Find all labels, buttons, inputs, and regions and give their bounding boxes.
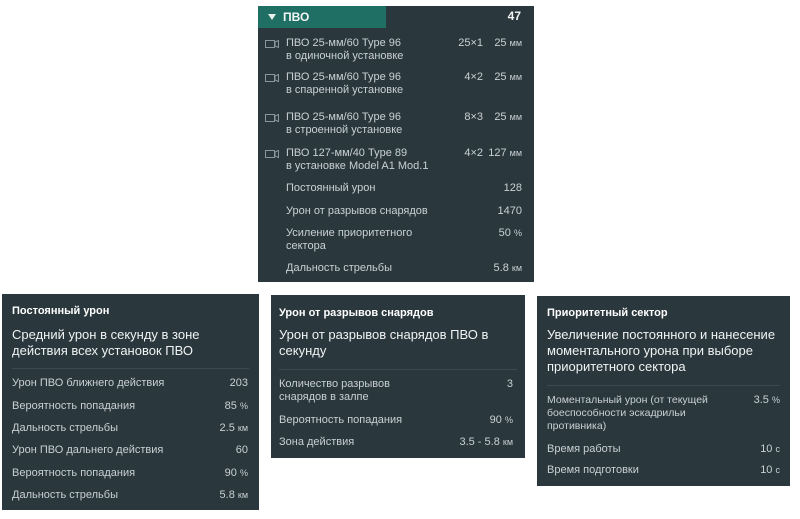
divider	[279, 369, 517, 370]
tooltip-priority-sector: Приоритетный сектор Увеличение постоянно…	[537, 296, 790, 486]
aa-panel: ПВО 47 ПВО 25-мм/60 Type 96 в одиночной у…	[258, 6, 534, 282]
camera-icon	[265, 150, 279, 159]
mount-name: ПВО 25-мм/60 Type 96 в строенной установк…	[286, 111, 403, 136]
aa-mount-row[interactable]: ПВО 25-мм/60 Type 96 в одиночной установк…	[258, 36, 534, 70]
mount-caliber: 127 мм	[488, 147, 522, 159]
mount-name: ПВО 25-мм/60 Type 96 в спаренной установк…	[286, 71, 404, 96]
aa-panel-header[interactable]: ПВО 47	[258, 6, 534, 28]
mount-name: ПВО 127-мм/40 Type 89 в установке Model A…	[286, 147, 429, 172]
camera-icon	[265, 114, 279, 123]
mount-config: 25×1	[458, 37, 483, 49]
mount-config: 8×3	[464, 111, 483, 123]
camera-icon	[265, 74, 279, 83]
mount-caliber: 25 мм	[494, 37, 522, 49]
mount-name: ПВО 25-мм/60 Type 96 в одиночной установк…	[286, 37, 404, 62]
tooltip-title: Приоритетный сектор	[547, 307, 668, 319]
aa-section-title: ПВО	[283, 10, 310, 24]
divider	[547, 385, 780, 386]
mount-config: 4×2	[464, 147, 483, 159]
tooltip-continuous-damage: Постоянный урон Средний урон в секунду в…	[2, 294, 259, 510]
tooltip-title: Урон от разрывов снарядов	[279, 307, 434, 319]
mount-config: 4×2	[464, 71, 483, 83]
tooltip-description: Средний урон в секунду в зоне действия в…	[12, 327, 200, 358]
collapse-triangle-icon[interactable]	[268, 14, 276, 20]
tooltip-title: Постоянный урон	[12, 305, 110, 317]
mount-caliber: 25 мм	[494, 111, 522, 123]
camera-icon	[265, 40, 279, 49]
tooltip-description: Увеличение постоянного и нанесение момен…	[547, 327, 776, 374]
mount-caliber: 25 мм	[494, 71, 522, 83]
divider	[12, 368, 249, 369]
aa-mount-row[interactable]: ПВО 127-мм/40 Type 89 в установке Model A…	[258, 146, 534, 180]
aa-section-tab[interactable]: ПВО	[258, 6, 386, 28]
aa-mount-row[interactable]: ПВО 25-мм/60 Type 96 в строенной установк…	[258, 110, 534, 144]
aa-total-count: 47	[507, 9, 521, 23]
tooltip-flak-damage: Урон от разрывов снарядов Урон от разрыв…	[271, 295, 525, 458]
aa-mount-row[interactable]: ПВО 25-мм/60 Type 96 в спаренной установк…	[258, 70, 534, 104]
tooltip-description: Урон от разрывов снарядов ПВО в секунду	[279, 327, 489, 358]
